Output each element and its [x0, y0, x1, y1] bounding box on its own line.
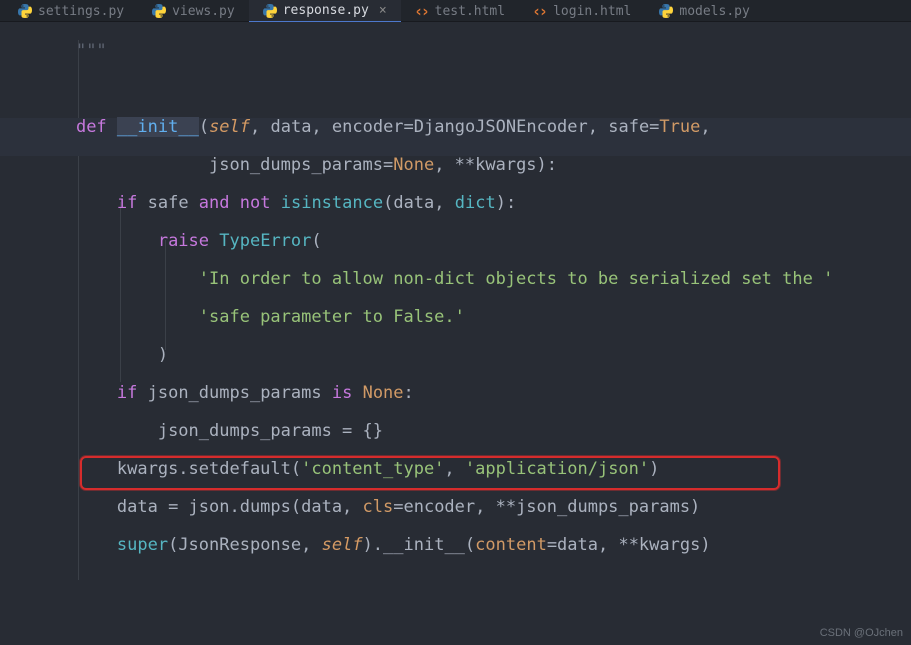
html-icon: [415, 4, 429, 18]
tab-label: response.py: [283, 3, 369, 18]
tab-models-py[interactable]: models.py: [645, 0, 763, 22]
tab-label: models.py: [679, 4, 749, 19]
tab-label: views.py: [172, 4, 235, 19]
highlighted-method-name: __init__: [117, 117, 199, 137]
tab-bar: settings.py views.py response.py × test.html…: [0, 0, 911, 22]
tab-response-py[interactable]: response.py ×: [249, 0, 401, 22]
watermark: CSDN @OJchen: [820, 627, 903, 639]
tab-login-html[interactable]: login.html: [519, 0, 645, 22]
python-icon: [659, 4, 673, 18]
tab-test-html[interactable]: test.html: [401, 0, 519, 22]
tab-label: login.html: [553, 4, 631, 19]
code-editor[interactable]: """ def __init__(self, data, encoder=Dja…: [0, 22, 911, 645]
python-icon: [263, 4, 277, 18]
tab-label: test.html: [435, 4, 505, 19]
html-icon: [533, 4, 547, 18]
highlight-box: [80, 456, 780, 490]
tab-views-py[interactable]: views.py: [138, 0, 249, 22]
python-icon: [18, 4, 32, 18]
tab-settings-py[interactable]: settings.py: [4, 0, 138, 22]
tab-label: settings.py: [38, 4, 124, 19]
close-icon[interactable]: ×: [379, 3, 387, 18]
python-icon: [152, 4, 166, 18]
code-lines: """ def __init__(self, data, encoder=Dja…: [0, 22, 911, 574]
